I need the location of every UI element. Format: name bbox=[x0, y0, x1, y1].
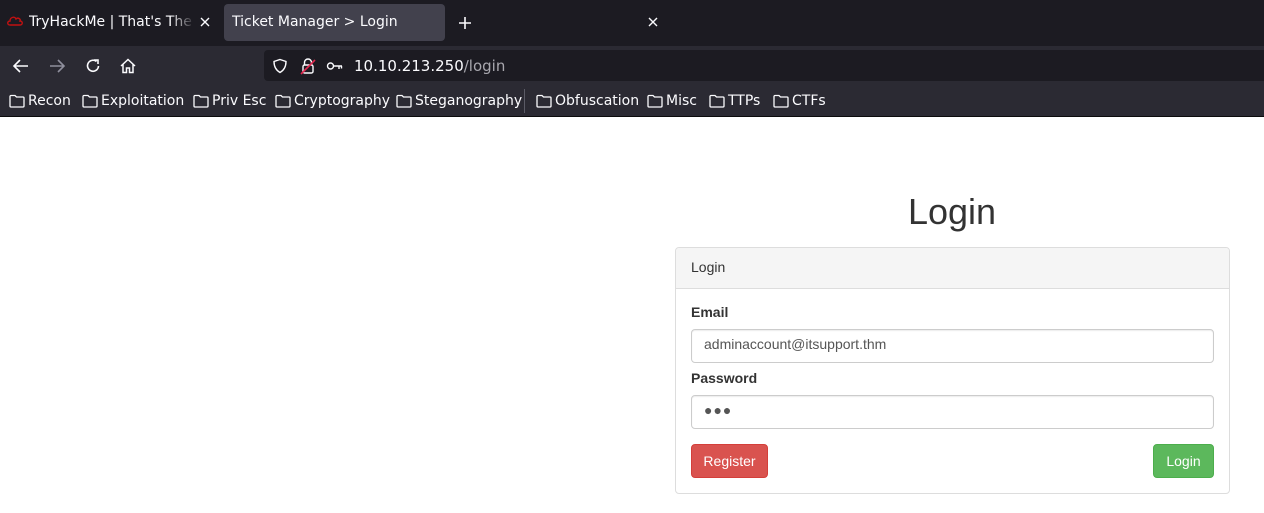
bookmark-label: Misc bbox=[666, 93, 697, 109]
tab-bar: TryHackMe | That's The Ticket Ticket Man… bbox=[0, 0, 1264, 46]
tab-tryhackme[interactable]: TryHackMe | That's The Ticket bbox=[0, 4, 218, 41]
bookmark-folder-steganography[interactable]: Steganography bbox=[396, 92, 522, 110]
bookmark-label: CTFs bbox=[792, 93, 826, 109]
bookmark-separator bbox=[524, 89, 525, 113]
bookmark-label: Steganography bbox=[415, 93, 523, 109]
email-field[interactable]: adminaccount@itsupport.thm bbox=[691, 329, 1214, 363]
bookmark-folder-misc[interactable]: Misc bbox=[647, 92, 697, 110]
folder-icon bbox=[82, 94, 98, 108]
folder-icon bbox=[709, 94, 725, 108]
bookmark-label: Priv Esc bbox=[212, 93, 267, 109]
tab-title: Ticket Manager > Login bbox=[232, 14, 398, 30]
folder-icon bbox=[193, 94, 209, 108]
password-field[interactable]: ●●● bbox=[691, 395, 1214, 429]
back-arrow-icon[interactable] bbox=[10, 55, 32, 77]
bookmark-label: Obfuscation bbox=[555, 93, 640, 109]
tryhackme-favicon bbox=[6, 14, 24, 28]
page-content: Login Login Email adminaccount@itsupport… bbox=[0, 117, 1264, 513]
login-panel: Login Email adminaccount@itsupport.thm P… bbox=[675, 247, 1230, 494]
folder-icon bbox=[396, 94, 412, 108]
bookmark-folder-priv-esc[interactable]: Priv Esc bbox=[193, 92, 266, 110]
shield-icon[interactable] bbox=[271, 57, 289, 75]
home-icon[interactable] bbox=[117, 55, 139, 77]
bookmark-label: Recon bbox=[28, 93, 71, 109]
bookmark-folder-cryptography[interactable]: Cryptography bbox=[275, 92, 390, 110]
plus-icon[interactable] bbox=[455, 13, 475, 33]
page-title: Login bbox=[907, 191, 997, 232]
bookmark-folder-obfuscation[interactable]: Obfuscation bbox=[536, 92, 639, 110]
folder-icon bbox=[275, 94, 291, 108]
folder-icon bbox=[773, 94, 789, 108]
register-button[interactable]: Register bbox=[691, 444, 768, 478]
bookmark-label: Cryptography bbox=[294, 93, 391, 109]
email-label: Email bbox=[691, 304, 729, 320]
url-text[interactable]: 10.10.213.250/login bbox=[354, 57, 505, 75]
url-path: /login bbox=[463, 57, 506, 75]
folder-icon bbox=[647, 94, 663, 108]
forward-arrow-icon[interactable] bbox=[46, 55, 68, 77]
reload-icon[interactable] bbox=[82, 55, 104, 77]
folder-icon bbox=[536, 94, 552, 108]
bookmark-label: Exploitation bbox=[101, 93, 185, 109]
url-host: 10.10.213.250 bbox=[354, 57, 464, 75]
folder-icon bbox=[9, 94, 25, 108]
close-icon[interactable] bbox=[196, 13, 214, 31]
panel-title: Login bbox=[691, 259, 726, 275]
close-icon[interactable] bbox=[644, 13, 662, 31]
insecure-lock-icon[interactable] bbox=[299, 57, 317, 75]
bookmark-label: TTPs bbox=[728, 93, 761, 109]
panel-heading: Login bbox=[676, 248, 1229, 289]
bookmark-folder-recon[interactable]: Recon bbox=[9, 92, 71, 110]
password-label: Password bbox=[691, 370, 758, 386]
tab-title: TryHackMe | That's The Ticket bbox=[29, 14, 195, 30]
key-icon[interactable] bbox=[326, 57, 344, 75]
tab-ticket-manager[interactable]: Ticket Manager > Login bbox=[224, 4, 658, 41]
bookmark-folder-ttps[interactable]: TTPs bbox=[709, 92, 760, 110]
bookmark-folder-exploitation[interactable]: Exploitation bbox=[82, 92, 184, 110]
bookmark-folder-ctfs[interactable]: CTFs bbox=[773, 92, 826, 110]
login-button[interactable]: Login bbox=[1153, 444, 1214, 478]
